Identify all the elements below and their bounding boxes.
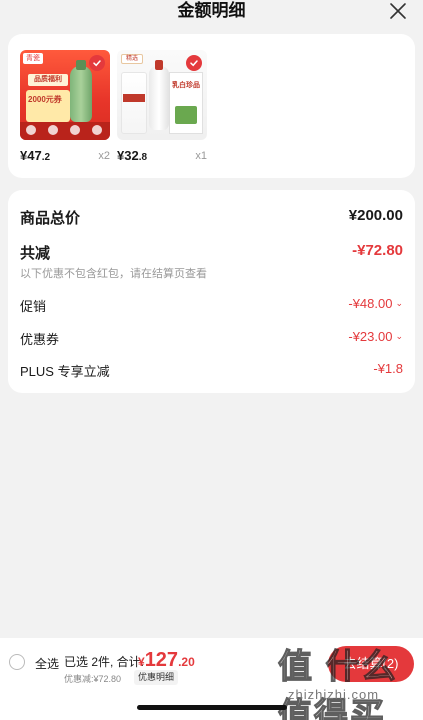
total-label: 商品总价 [20, 210, 81, 227]
page-title: 金额明细 [177, 1, 246, 20]
product-qty: x1 [195, 150, 207, 162]
plus-row: PLUS 专享立减 -¥1.8 [20, 361, 403, 379]
product-image-box-text: 乳白珍品 [172, 82, 200, 89]
selected-summary: 已选 2件, 合计: [64, 655, 145, 669]
home-indicator [137, 705, 287, 710]
coupon-label: 优惠券 [20, 332, 60, 347]
product-image[interactable]: 精选 乳白珍品 [117, 50, 207, 140]
chevron-down-icon: ⌄ [395, 298, 403, 308]
chevron-down-icon: ⌄ [395, 331, 403, 341]
product-image-banner: 品质福利 [28, 74, 68, 86]
product-price: ¥32.8 [117, 148, 148, 163]
coupon-value[interactable]: -¥23.00 ⌄ [348, 329, 403, 344]
discount-note: 以下优惠不包含红包，请在结算页查看 [20, 268, 207, 280]
note-row: 以下优惠不包含红包，请在结算页查看 [20, 265, 403, 281]
product-image[interactable]: 青瓷 品质福利 2000元券 [20, 50, 110, 140]
check-icon[interactable] [89, 55, 105, 71]
check-icon[interactable] [186, 55, 202, 71]
total-amount: ¥127.20 [138, 649, 195, 671]
close-icon[interactable] [389, 2, 407, 20]
reduce-label: 共减 [20, 245, 51, 262]
promo-row[interactable]: 促销 -¥48.00 ⌄ [20, 296, 403, 314]
summary-card: 商品总价 ¥200.00 共减 -¥72.80 以下优惠不包含红包，请在结算页查… [8, 190, 415, 393]
product-price-row: ¥32.8 x1 [117, 148, 207, 168]
promo-label: 促销 [20, 299, 47, 314]
checkout-button[interactable]: 去结算(2) [328, 646, 414, 682]
product-item[interactable]: 青瓷 品质福利 2000元券 ¥47.2 x2 [20, 50, 110, 163]
header: 金额明细 [0, 0, 423, 24]
promo-value[interactable]: -¥48.00 ⌄ [348, 296, 403, 311]
product-item[interactable]: 精选 乳白珍品 ¥32.8 x1 [117, 50, 207, 163]
discount-summary: 优惠减:¥72.80 [64, 674, 122, 684]
total-row: 商品总价 ¥200.00 [20, 207, 403, 227]
product-image-brand: 青瓷 [23, 53, 43, 64]
plus-value: -¥1.8 [373, 361, 403, 376]
select-all-label[interactable]: 全选 [35, 655, 59, 672]
coupon-row[interactable]: 优惠券 -¥23.00 ⌄ [20, 329, 403, 347]
reduce-row: 共减 -¥72.80 [20, 242, 403, 262]
reduce-value: -¥72.80 [352, 242, 403, 259]
plus-label: PLUS 专享立减 [20, 364, 110, 379]
product-image-brand: 精选 [121, 54, 143, 64]
discount-detail-button[interactable]: 优惠明细 [134, 670, 179, 685]
select-all-radio[interactable] [9, 654, 25, 670]
product-image-amount: 2000元券 [28, 95, 62, 104]
products-card: 青瓷 品质福利 2000元券 ¥47.2 x2 精选 乳白珍品 ¥32.8 x1 [8, 34, 415, 178]
product-qty: x2 [98, 150, 110, 162]
total-value: ¥200.00 [348, 207, 403, 224]
product-price: ¥47.2 [20, 148, 51, 163]
product-price-row: ¥47.2 x2 [20, 148, 110, 168]
